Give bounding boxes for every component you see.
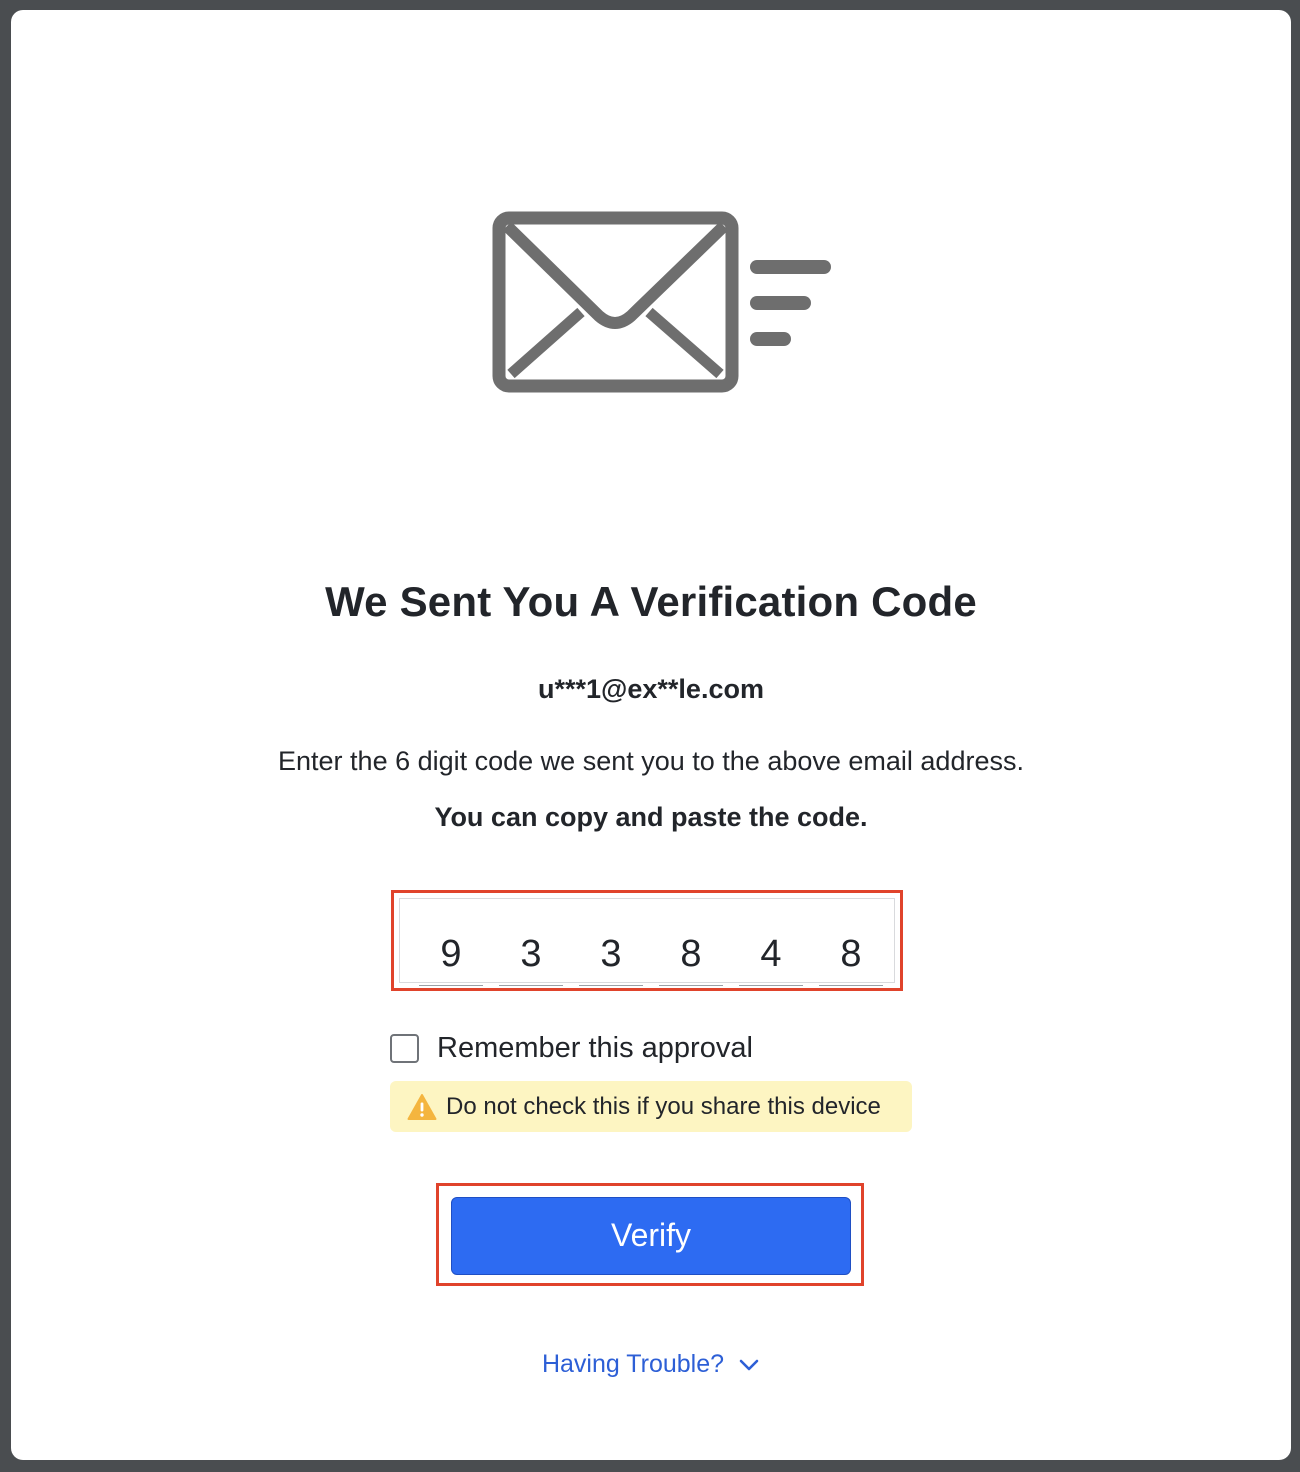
having-trouble-label: Having Trouble? <box>541 1350 725 1378</box>
masked-email: u***1@ex**le.com <box>538 674 764 704</box>
chevron-down-icon <box>739 1359 759 1370</box>
verify-button[interactable]: Verify <box>451 1197 851 1275</box>
code-digit-input-3[interactable]: 3 <box>579 925 643 986</box>
shared-device-warning: Do not check this if you share this devi… <box>390 1081 912 1132</box>
remember-approval-label: Remember this approval <box>437 1031 753 1064</box>
remember-approval-checkbox[interactable] <box>390 1033 419 1063</box>
warning-text: Do not check this if you share this devi… <box>446 1092 881 1120</box>
instructions-text: Enter the 6 digit code we sent you to th… <box>278 746 1024 776</box>
email-sent-icon <box>492 211 831 393</box>
remember-approval[interactable]: Remember this approval <box>390 1030 753 1066</box>
code-digit-input-4[interactable]: 8 <box>659 925 723 986</box>
page-title: We Sent You A Verification Code <box>325 578 977 625</box>
verification-card: We Sent You A Verification Code u***1@ex… <box>11 10 1291 1460</box>
code-digit-input-2[interactable]: 3 <box>499 925 563 986</box>
warning-triangle-icon <box>407 1093 437 1120</box>
code-digit-input-1[interactable]: 9 <box>419 925 483 986</box>
code-digit-input-5[interactable]: 4 <box>739 925 803 986</box>
code-digit-input-6[interactable]: 8 <box>819 925 883 986</box>
having-trouble-link[interactable]: Having Trouble? <box>11 1350 1291 1379</box>
copy-paste-hint: You can copy and paste the code. <box>434 802 868 832</box>
